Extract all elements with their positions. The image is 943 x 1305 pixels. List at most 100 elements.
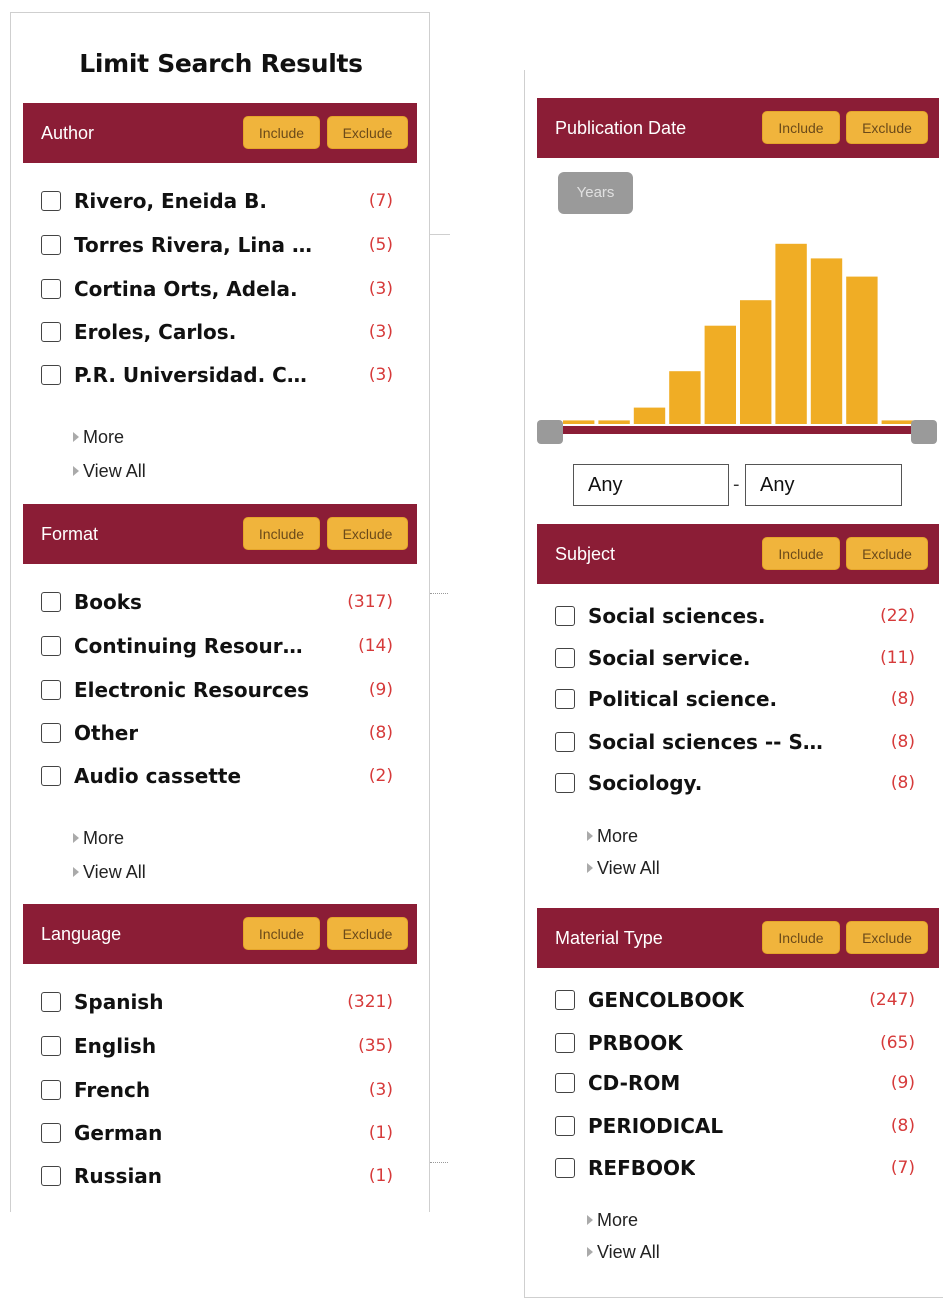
checkbox[interactable] [41,1166,61,1186]
facet-author: Author Include Exclude Rivero, Eneida B.… [23,103,417,481]
more-link[interactable]: More [73,828,146,862]
list-item[interactable]: Sociology. (8) [537,769,939,801]
facet-publication-date: Publication Date Include Exclude [537,98,939,158]
slider-handle-left[interactable] [537,420,563,444]
include-button[interactable]: Include [762,921,840,954]
histogram-bar[interactable] [704,325,736,424]
item-count: (1) [368,1123,393,1143]
exclude-button[interactable]: Exclude [846,537,928,570]
include-button[interactable]: Include [762,537,840,570]
checkbox[interactable] [555,732,575,752]
exclude-button[interactable]: Exclude [327,917,408,950]
item-label: English [74,1034,157,1058]
item-count: (9) [368,680,393,700]
histogram-bar[interactable] [563,420,595,424]
checkbox[interactable] [555,1116,575,1136]
checkbox[interactable] [41,992,61,1012]
item-label: Russian [74,1164,163,1188]
list-item[interactable]: German (1) [23,1119,417,1151]
checkbox[interactable] [41,766,61,786]
list-item[interactable]: Political science. (8) [537,685,939,717]
histogram-bar[interactable] [598,420,630,424]
histogram-bar[interactable] [810,258,843,424]
checkbox[interactable] [41,191,61,211]
histogram-bar[interactable] [669,371,701,424]
checkbox[interactable] [41,235,61,255]
view-all-link[interactable]: View All [587,1242,660,1274]
checkbox[interactable] [41,723,61,743]
histogram-bar[interactable] [775,243,807,424]
checkbox[interactable] [41,680,61,700]
list-item[interactable]: PERIODICAL (8) [537,1112,939,1144]
list-item[interactable]: Continuing Resour… (14) [23,632,417,664]
list-item[interactable]: GENCOLBOOK (247) [537,986,939,1018]
histogram-bar[interactable] [846,276,878,424]
checkbox[interactable] [555,606,575,626]
checkbox[interactable] [41,1123,61,1143]
view-all-link[interactable]: View All [73,461,146,495]
list-item[interactable]: Books (317) [23,588,417,620]
more-link[interactable]: More [587,1210,660,1242]
view-all-link[interactable]: View All [587,858,660,890]
publication-date-histogram[interactable] [537,230,939,480]
date-to-input[interactable]: Any [745,464,902,506]
histogram-bars [563,243,913,424]
histogram-bar[interactable] [881,420,913,424]
checkbox[interactable] [555,648,575,668]
include-button[interactable]: Include [762,111,840,144]
exclude-button[interactable]: Exclude [846,921,928,954]
date-from-input[interactable]: Any [573,464,729,506]
list-item[interactable]: CD-ROM (9) [537,1069,939,1101]
list-item[interactable]: Cortina Orts, Adela. (3) [23,275,417,307]
list-item[interactable]: Torres Rivera, Lina … (5) [23,231,417,263]
checkbox[interactable] [555,773,575,793]
view-all-link[interactable]: View All [73,862,146,896]
list-item[interactable]: Audio cassette (2) [23,762,417,794]
more-link[interactable]: More [73,427,146,461]
checkbox[interactable] [41,322,61,342]
include-button[interactable]: Include [243,917,320,950]
list-item[interactable]: Electronic Resources (9) [23,676,417,708]
exclude-button[interactable]: Exclude [846,111,928,144]
item-count: (65) [880,1033,915,1053]
include-button[interactable]: Include [243,517,320,550]
slider-track [549,426,925,434]
histogram-bar[interactable] [633,407,666,424]
checkbox[interactable] [555,1033,575,1053]
years-button[interactable]: Years [558,172,633,214]
list-item[interactable]: Eroles, Carlos. (3) [23,318,417,350]
facet-header-subject: Subject Include Exclude [537,524,939,584]
list-item[interactable]: P.R. Universidad. C… (3) [23,361,417,393]
slider-handle-right[interactable] [911,420,937,444]
checkbox[interactable] [41,592,61,612]
checkbox[interactable] [41,279,61,299]
checkbox[interactable] [41,1036,61,1056]
item-count: (8) [890,732,915,752]
list-item[interactable]: French (3) [23,1076,417,1108]
include-button[interactable]: Include [243,116,320,149]
checkbox[interactable] [555,689,575,709]
item-count: (321) [347,992,393,1012]
list-item[interactable]: Russian (1) [23,1162,417,1194]
checkbox[interactable] [41,365,61,385]
exclude-button[interactable]: Exclude [327,517,408,550]
exclude-button[interactable]: Exclude [327,116,408,149]
list-item[interactable]: PRBOOK (65) [537,1029,939,1061]
checkbox[interactable] [555,1158,575,1178]
checkbox[interactable] [41,1080,61,1100]
list-item[interactable]: Social sciences. (22) [537,602,939,634]
list-item[interactable]: Social service. (11) [537,644,939,676]
histogram-bar[interactable] [740,300,772,424]
list-item[interactable]: Social sciences -- S… (8) [537,728,939,760]
list-item[interactable]: Rivero, Eneida B. (7) [23,187,417,219]
checkbox[interactable] [41,636,61,656]
list-item[interactable]: English (35) [23,1032,417,1064]
checkbox[interactable] [555,990,575,1010]
checkbox[interactable] [555,1073,575,1093]
more-link[interactable]: More [587,826,660,858]
item-label: Spanish [74,990,164,1014]
list-item[interactable]: Spanish (321) [23,988,417,1020]
list-item[interactable]: REFBOOK (7) [537,1154,939,1186]
list-item[interactable]: Other (8) [23,719,417,751]
facet-title: Publication Date [555,118,687,138]
